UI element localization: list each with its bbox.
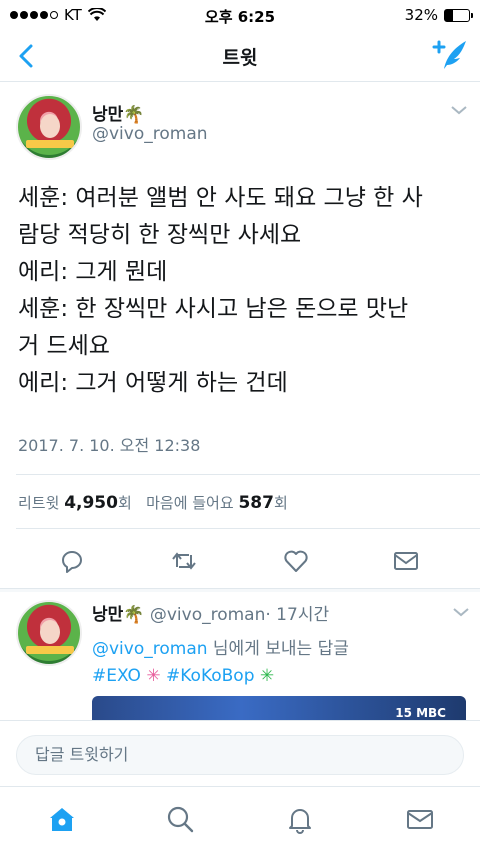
- likes-unit: 회: [273, 494, 288, 512]
- home-icon[interactable]: [46, 803, 78, 835]
- divider: [16, 474, 480, 475]
- search-icon[interactable]: [164, 803, 196, 835]
- tweet-line: 에리: 그거 어떻게 하는 건데: [18, 370, 288, 396]
- avatar[interactable]: [16, 94, 82, 160]
- nav-bar: 트윗: [0, 30, 480, 82]
- battery-fill: [445, 9, 453, 21]
- tweet-line: 세훈: 여러분 앨범 안 사도 돼요 그냥 한 사: [18, 185, 423, 211]
- reply-time: · 17시간: [265, 605, 330, 625]
- tab-bar: [0, 786, 480, 854]
- tweet-line: 에리: 그게 뭔데: [18, 259, 168, 285]
- reply-icon[interactable]: [58, 547, 86, 575]
- reply-to-suffix: 님에게 보내는 답글: [207, 639, 349, 659]
- reply-input[interactable]: 답글 트윗하기: [16, 735, 464, 775]
- sparkle-icon: ✳: [146, 666, 161, 686]
- hashtag-kokobop[interactable]: #KoKoBop: [166, 666, 255, 686]
- retweets-count[interactable]: 4,950: [64, 493, 118, 513]
- divider: [16, 528, 480, 529]
- tweet-text: 세훈: 여러분 앨범 안 사도 돼요 그냥 한 사 람당 적당히 한 장씩만 사…: [18, 180, 468, 402]
- tweet-author-handle[interactable]: @vivo_roman: [92, 124, 208, 144]
- compose-icon[interactable]: [430, 37, 470, 73]
- tweet-actions: [0, 539, 480, 583]
- tweet-line: 거 드세요: [18, 333, 110, 359]
- likes-label[interactable]: 마음에 들어요: [146, 494, 234, 512]
- likes-count[interactable]: 587: [238, 493, 274, 513]
- chevron-down-icon[interactable]: [450, 104, 468, 116]
- tweet-author-name[interactable]: 낭만🌴: [92, 100, 144, 125]
- avatar[interactable]: [16, 600, 82, 666]
- status-bar: KT 오후 6:25 32%: [0, 0, 480, 30]
- retweets-label[interactable]: 리트윗: [18, 494, 59, 512]
- reply-author-name[interactable]: 낭만🌴: [92, 605, 144, 625]
- hashtag-exo[interactable]: #EXO: [92, 666, 141, 686]
- reply-author-handle[interactable]: @vivo_roman: [150, 605, 266, 625]
- dm-icon[interactable]: [392, 547, 420, 575]
- notifications-icon[interactable]: [284, 803, 316, 835]
- battery-percent: 32%: [404, 6, 438, 24]
- tweet-timestamp: 2017. 7. 10. 오전 12:38: [18, 436, 201, 455]
- tweet-stats: 리트윗 4,950회 마음에 들어요 587회: [18, 492, 288, 513]
- reply-to-handle[interactable]: @vivo_roman: [92, 639, 208, 659]
- page-title: 트윗: [222, 47, 258, 69]
- tweet-line: 람당 적당히 한 장씩만 사세요: [18, 222, 302, 248]
- status-right: 32%: [404, 6, 473, 24]
- retweets-unit: 회: [117, 494, 132, 512]
- retweet-icon[interactable]: [170, 547, 198, 575]
- like-icon[interactable]: [282, 547, 310, 575]
- chevron-down-icon[interactable]: [452, 606, 470, 618]
- sparkle-icon: ✳: [259, 666, 275, 686]
- reply-bar: 답글 트윗하기: [0, 720, 480, 786]
- media-logo: 15 MBC: [395, 706, 446, 720]
- tweet-line: 세훈: 한 장씩만 사시고 남은 돈으로 맛난: [18, 296, 409, 322]
- messages-icon[interactable]: [404, 803, 436, 835]
- battery-icon: [444, 8, 473, 22]
- section-separator: [0, 588, 480, 592]
